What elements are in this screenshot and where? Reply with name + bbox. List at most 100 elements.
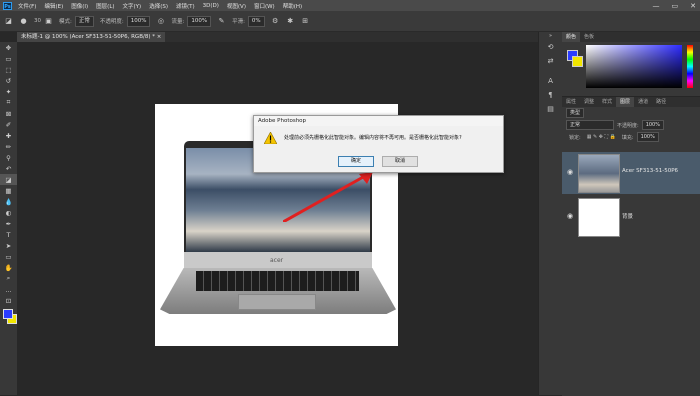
visibility-eye-icon[interactable]: ◉: [567, 212, 573, 220]
paragraph-panel-icon[interactable]: ¶: [539, 88, 562, 102]
eraser-tool-icon[interactable]: ◪: [4, 17, 13, 26]
frame-tool-icon[interactable]: ⊠: [0, 108, 17, 119]
menu-filter[interactable]: 滤镜(T): [176, 2, 195, 10]
gradient-tool-icon[interactable]: ▦: [0, 185, 17, 196]
layer-thumbnail: [578, 198, 620, 237]
zoom-tool-icon[interactable]: ⌕: [0, 273, 17, 284]
lock-label: 锁定:: [569, 134, 581, 141]
layer-filter-row: 类型: [562, 107, 700, 119]
dodge-tool-icon[interactable]: ◐: [0, 207, 17, 218]
photoshop-logo-icon: Ps: [3, 1, 12, 10]
smoothing-field[interactable]: 0%: [247, 15, 265, 27]
dialog-message: 处理前必须先栅格化此智能对象。编辑内容将不再可用。是否栅格化此智能对象?: [284, 135, 462, 141]
menu-select[interactable]: 选择(S): [149, 2, 168, 10]
pen-tool-icon[interactable]: ✒: [0, 218, 17, 229]
tab-layers[interactable]: 图层: [616, 97, 635, 107]
fill-field[interactable]: 100%: [636, 132, 659, 142]
fill-label: 填充:: [621, 134, 634, 141]
crop-tool-icon[interactable]: ⌗: [0, 97, 17, 108]
brush-size-value[interactable]: 30: [34, 18, 41, 24]
eraser-tool-icon[interactable]: ◪: [0, 174, 17, 185]
type-tool-icon[interactable]: T: [0, 229, 17, 240]
warning-icon: [264, 132, 277, 144]
document-tab[interactable]: 未标题-1 @ 100% (Acer SF313-51-50P6, RGB/8)…: [17, 32, 166, 42]
color-panel-tabs: 颜色 色板: [562, 32, 700, 42]
collapse-panels-icon[interactable]: »: [539, 32, 562, 40]
opacity-field[interactable]: 100%: [126, 15, 151, 27]
history-panel-icon[interactable]: ⟲: [539, 40, 562, 54]
magic-wand-tool-icon[interactable]: ✦: [0, 86, 17, 97]
edit-toolbar-icon[interactable]: ⊡: [0, 295, 17, 306]
menu-image[interactable]: 图像(I): [71, 2, 88, 10]
menu-help[interactable]: 帮助(H): [283, 2, 302, 10]
visibility-eye-icon[interactable]: ◉: [567, 168, 573, 176]
menu-file[interactable]: 文件(F): [18, 2, 36, 10]
menu-window[interactable]: 窗口(W): [254, 2, 275, 10]
lock-row: 锁定: ▦ ✎ ✥ ⛶ 🔒 填充: 100%: [562, 131, 700, 143]
menu-edit[interactable]: 编辑(E): [44, 2, 63, 10]
layer-filter-select[interactable]: 类型: [566, 108, 585, 118]
eyedropper-tool-icon[interactable]: ✐: [0, 119, 17, 130]
cancel-button[interactable]: 取消: [382, 156, 418, 167]
layers-panel: 属性 调整 样式 图层 通道 路径 类型 正常 不透明度: 100% 锁定: ▦…: [562, 96, 700, 396]
artboard-tool-icon[interactable]: ▭: [0, 53, 17, 64]
color-swatches[interactable]: [0, 306, 17, 328]
properties-panel-icon[interactable]: ▤: [539, 102, 562, 116]
move-tool-icon[interactable]: ✥: [0, 42, 17, 53]
document-tab-bar: 未标题-1 @ 100% (Acer SF313-51-50P6, RGB/8)…: [17, 32, 538, 42]
character-panel-icon[interactable]: A: [539, 74, 562, 88]
hand-tool-icon[interactable]: ✋: [0, 262, 17, 273]
tab-color[interactable]: 颜色: [562, 32, 581, 42]
blend-mode-select[interactable]: 正常: [566, 120, 614, 130]
actions-panel-icon[interactable]: ⇄: [539, 54, 562, 68]
smoothing-label: 平滑:: [232, 19, 245, 25]
mode-select[interactable]: 正常: [74, 15, 94, 27]
menu-3d[interactable]: 3D(D): [203, 3, 219, 9]
menu-type[interactable]: 文字(Y): [123, 2, 142, 10]
layer-thumbnail: [578, 154, 620, 193]
background-color-swatch[interactable]: [572, 56, 583, 67]
marquee-tool-icon[interactable]: ⬚: [0, 64, 17, 75]
close-icon[interactable]: ✕: [690, 2, 696, 10]
brush-settings-icon[interactable]: ▣: [44, 17, 53, 26]
path-selection-tool-icon[interactable]: ➤: [0, 240, 17, 251]
symmetry-icon[interactable]: ⊞: [301, 17, 310, 26]
tab-swatches[interactable]: 色板: [580, 32, 598, 42]
menu-view[interactable]: 视图(V): [227, 2, 246, 10]
tab-properties[interactable]: 属性: [562, 97, 580, 107]
tab-paths[interactable]: 路径: [652, 97, 670, 107]
color-picker-field[interactable]: [586, 45, 682, 88]
pressure-opacity-icon[interactable]: ◎: [156, 17, 165, 26]
brush-preset-icon[interactable]: ●: [19, 17, 28, 26]
foreground-color-swatch[interactable]: [3, 309, 13, 319]
layer-name[interactable]: Acer SF313-51-50P6: [622, 168, 678, 174]
menu-layer[interactable]: 图层(L): [96, 2, 114, 10]
brush-tool-icon[interactable]: ✏: [0, 141, 17, 152]
hue-slider[interactable]: [687, 45, 693, 88]
layer-name[interactable]: 背景: [622, 212, 633, 220]
maximize-icon[interactable]: ▭: [672, 2, 679, 10]
laptop-touchpad: [238, 294, 316, 310]
layer-row[interactable]: ◉ Acer SF313-51-50P6: [562, 152, 700, 194]
airbrush-icon[interactable]: ✎: [217, 17, 226, 26]
history-brush-tool-icon[interactable]: ↶: [0, 163, 17, 174]
blur-tool-icon[interactable]: 💧: [0, 196, 17, 207]
tab-adjustments[interactable]: 调整: [580, 97, 598, 107]
shape-tool-icon[interactable]: ▭: [0, 251, 17, 262]
tools-panel: ✥ ▭ ⬚ ↺ ✦ ⌗ ⊠ ✐ ✚ ✏ ⚲ ↶ ◪ ▦ 💧 ◐ ✒ T ➤ ▭ …: [0, 42, 18, 395]
minimize-icon[interactable]: —: [653, 2, 660, 10]
layer-opacity-field[interactable]: 100%: [641, 120, 664, 130]
flow-field[interactable]: 100%: [187, 15, 212, 27]
tab-styles[interactable]: 样式: [598, 97, 616, 107]
layer-row[interactable]: ◉ 背景: [562, 196, 700, 238]
lock-icons[interactable]: ▦ ✎ ✥ ⛶ 🔒: [587, 134, 616, 140]
ok-button[interactable]: 确定: [338, 156, 374, 167]
erase-to-history-icon[interactable]: ✱: [286, 17, 295, 26]
laptop-keyboard: [196, 271, 359, 291]
more-tools-icon[interactable]: …: [0, 284, 17, 295]
clone-stamp-tool-icon[interactable]: ⚲: [0, 152, 17, 163]
tab-channels[interactable]: 通道: [634, 97, 652, 107]
healing-brush-tool-icon[interactable]: ✚: [0, 130, 17, 141]
lasso-tool-icon[interactable]: ↺: [0, 75, 17, 86]
gear-icon[interactable]: ⚙: [271, 17, 280, 26]
